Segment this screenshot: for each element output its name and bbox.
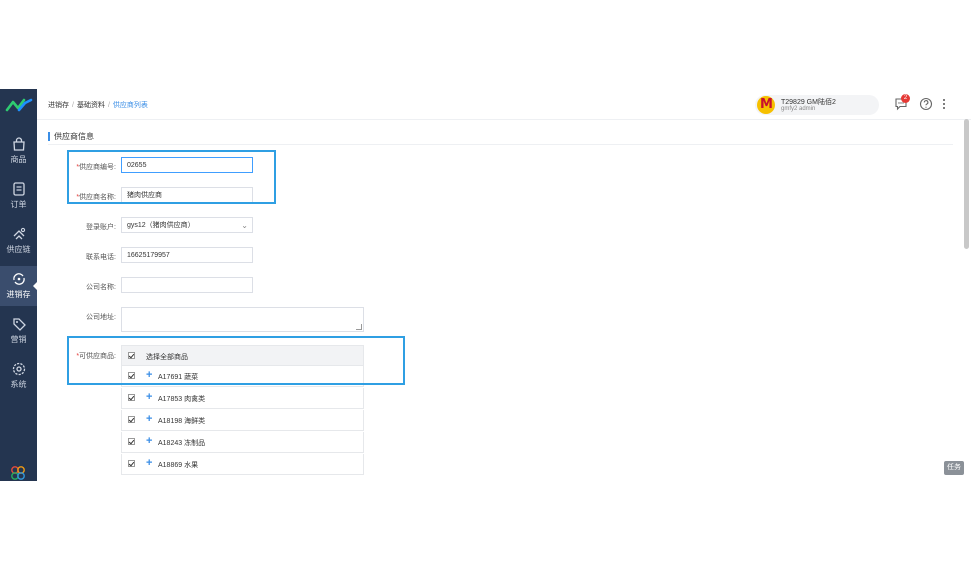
company-address-label: 公司地址: bbox=[86, 314, 116, 321]
breadcrumb-item[interactable]: 进销存 bbox=[48, 102, 69, 109]
goods-row[interactable]: + A18243 冻制品 bbox=[121, 432, 364, 453]
section-divider bbox=[48, 144, 953, 145]
sidebar-item-orders[interactable]: 订单 bbox=[0, 176, 37, 216]
sidebar-item-goods[interactable]: 商品 bbox=[0, 131, 37, 171]
breadcrumb-item[interactable]: 基础资料 bbox=[77, 102, 105, 109]
more-menu-icon[interactable] bbox=[937, 97, 951, 111]
gear-icon bbox=[12, 362, 25, 376]
sidebar-item-inventory[interactable]: 进销存 bbox=[0, 266, 37, 306]
breadcrumb-current: 供应商列表 bbox=[112, 102, 148, 109]
sidebar-item-label: 营销 bbox=[10, 335, 27, 344]
goods-checkbox[interactable] bbox=[128, 438, 135, 445]
sidebar-item-marketing[interactable]: 营销 bbox=[0, 311, 37, 351]
scrollbar[interactable] bbox=[964, 119, 969, 249]
goods-label: A18243 冻制品 bbox=[158, 440, 206, 447]
phone-input[interactable]: 16625179957 bbox=[121, 247, 253, 263]
sidebar-item-label: 订单 bbox=[10, 200, 27, 209]
notification-badge: 2 bbox=[901, 94, 910, 103]
phone-label: 联系电话: bbox=[86, 254, 116, 261]
goods-checkbox[interactable] bbox=[128, 394, 135, 401]
breadcrumb-separator: / bbox=[107, 102, 110, 109]
company-name-label: 公司名称: bbox=[86, 284, 116, 291]
expand-plus-icon[interactable]: + bbox=[146, 435, 152, 447]
breadcrumb: 进销存 / 基础资料 / 供应商列表 bbox=[48, 100, 148, 110]
section-title: 供应商信息 bbox=[48, 132, 94, 141]
goods-row[interactable]: + A18198 海鲜类 bbox=[121, 410, 364, 431]
task-button[interactable]: 任务 bbox=[944, 461, 964, 475]
login-account-label: 登录账户: bbox=[86, 224, 116, 231]
sidebar-item-supply-chain[interactable]: 供应链 bbox=[0, 221, 37, 261]
goods-row[interactable]: + A18869 水果 bbox=[121, 454, 364, 475]
brand-flower-icon bbox=[11, 466, 25, 480]
sidebar-item-label: 供应链 bbox=[6, 245, 31, 254]
sidebar-item-label: 进销存 bbox=[6, 290, 31, 299]
tag-icon bbox=[12, 318, 26, 331]
store-logo: M bbox=[757, 96, 775, 114]
login-account-select[interactable]: gys12（猪肉供应商） ⌄ bbox=[121, 217, 253, 233]
breadcrumb-separator: / bbox=[72, 102, 74, 109]
goods-row[interactable]: + A17853 肉禽类 bbox=[121, 388, 364, 409]
shopping-bag-icon bbox=[12, 137, 25, 151]
sidebar-item-system[interactable]: 系统 bbox=[0, 356, 37, 396]
goods-label: A17853 肉禽类 bbox=[158, 396, 206, 403]
goods-label: A18198 海鲜类 bbox=[158, 418, 206, 425]
login-account-value: gys12（猪肉供应商） bbox=[127, 222, 195, 229]
help-icon[interactable] bbox=[919, 97, 933, 111]
sidebar-item-label: 商品 bbox=[10, 155, 27, 164]
highlight-box-supplier-info bbox=[67, 150, 276, 204]
expand-plus-icon[interactable]: + bbox=[146, 413, 152, 425]
highlight-box-goods bbox=[67, 336, 405, 385]
store-switcher[interactable]: M T29829 GM陆佰2 gmfy2 admin bbox=[755, 95, 879, 115]
main-content: 供应商信息 *供应商编号: 02655 *供应商名称: 猪肉供应商 登录账户: … bbox=[37, 120, 957, 481]
app-logo[interactable] bbox=[5, 97, 33, 113]
sidebar: 商品 订单 供应链 进销存 营销 系统 bbox=[0, 89, 37, 481]
inventory-icon bbox=[12, 273, 25, 285]
sidebar-item-label: 系统 bbox=[10, 380, 27, 389]
expand-plus-icon[interactable]: + bbox=[146, 391, 152, 403]
company-address-textarea[interactable] bbox=[121, 307, 364, 332]
chevron-down-icon: ⌄ bbox=[241, 221, 248, 230]
order-doc-icon bbox=[12, 182, 25, 196]
goods-checkbox[interactable] bbox=[128, 416, 135, 423]
expand-plus-icon[interactable]: + bbox=[146, 457, 152, 469]
goods-checkbox[interactable] bbox=[128, 460, 135, 467]
app-window: 商品 订单 供应链 进销存 营销 系统 进销存 / 基础资料 / 供应商列表 M… bbox=[0, 89, 971, 481]
store-user: gmfy2 admin bbox=[781, 106, 816, 112]
company-name-input[interactable] bbox=[121, 277, 253, 293]
supply-chain-icon bbox=[13, 227, 25, 240]
goods-label: A18869 水果 bbox=[158, 462, 199, 469]
top-bar: 进销存 / 基础资料 / 供应商列表 M T29829 GM陆佰2 gmfy2 admi… bbox=[37, 89, 971, 120]
